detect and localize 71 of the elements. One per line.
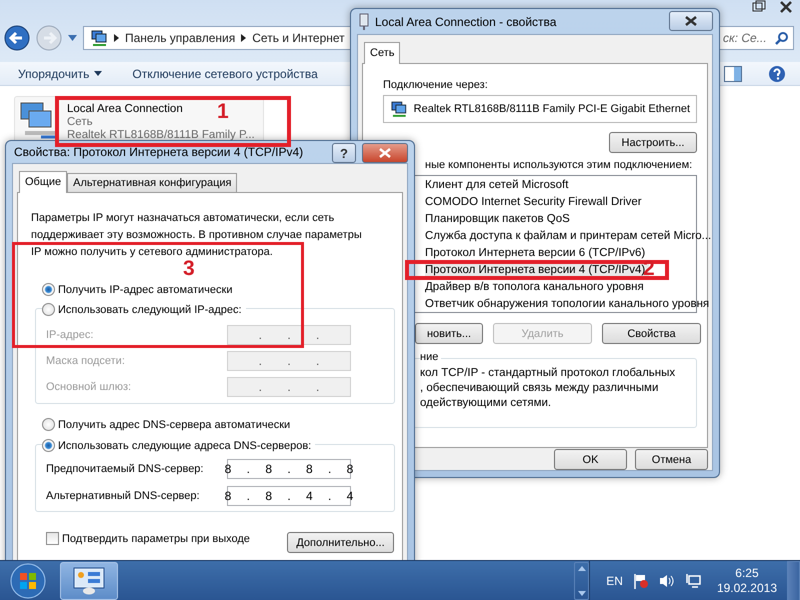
taskbar-app-button[interactable] <box>60 562 118 600</box>
help-button[interactable]: ? <box>332 143 356 163</box>
component-item[interactable]: Планировщик пакетов QoS <box>425 212 574 226</box>
step-number: 3 <box>183 257 195 281</box>
connect-label: Подключение через: <box>383 79 488 91</box>
network-icon <box>90 29 108 47</box>
network-port-icon <box>359 12 369 30</box>
breadcrumb[interactable]: Панель управления <box>125 31 236 45</box>
volume-icon[interactable] <box>658 572 675 588</box>
toolbar-button[interactable]: Упорядочить <box>16 64 104 82</box>
field-label: Основной шлюз: <box>46 381 132 393</box>
preview-pane-icon[interactable] <box>724 66 742 82</box>
components-label: ные компоненты используются этим подключением: <box>425 159 692 171</box>
tray-scroll[interactable] <box>574 562 590 600</box>
toolbar-button[interactable]: Отключение сетевого устройства <box>130 64 320 82</box>
back-icon[interactable] <box>4 25 30 51</box>
dialog-button[interactable]: Отмена <box>635 449 708 470</box>
field-label: IP-адрес: <box>46 329 94 341</box>
component-item[interactable]: COMODO Internet Security Firewall Driver <box>425 195 646 209</box>
connection-adapter: Realtek RTL8168B/8111B Family P... <box>67 129 255 142</box>
tab[interactable]: Альтернативная конфигурация <box>67 173 238 192</box>
field-label: Альтернативный DNS-сервер: <box>46 490 200 502</box>
close-button[interactable] <box>362 143 408 163</box>
connection-name: Local Area Connection <box>67 103 183 116</box>
tab[interactable]: Общие <box>19 171 68 193</box>
field-label: Предпочитаемый DNS-сервер: <box>46 462 204 474</box>
chevron-icon <box>241 34 246 42</box>
step-number: 1 <box>217 100 229 124</box>
caret-icon <box>94 71 102 76</box>
component-item[interactable]: Клиент для сетей Microsoft <box>425 178 572 192</box>
language-indicator[interactable]: EN <box>606 574 623 588</box>
network-icon[interactable] <box>684 572 701 588</box>
clock[interactable]: 6:25 19.02.2013 <box>716 566 777 596</box>
search-icon <box>775 31 789 45</box>
flag-icon[interactable] <box>632 572 649 588</box>
component-item[interactable]: Служба доступа к файлам и принтерам сетей Micro... <box>425 229 716 243</box>
search-field[interactable]: ск: Се... <box>718 26 794 50</box>
description-text: кол TCP/IP - стандартный протокол глобальных <box>419 366 676 381</box>
component-item[interactable]: Ответчик обнаружения топологии канального уровня <box>425 297 714 311</box>
dns-address-field[interactable]: 8 . 8 . 4 . 4 <box>227 486 351 506</box>
advanced-button[interactable]: Дополнительно... <box>287 532 394 553</box>
chevron-icon <box>114 34 119 42</box>
field-label: Маска подсети: <box>46 355 125 367</box>
close-button[interactable] <box>669 11 713 31</box>
radio-option[interactable]: Использовать следующий IP-адрес: <box>42 303 246 316</box>
configure-button[interactable]: Настроить... <box>609 132 697 153</box>
intro-text: Параметры IP могут назначаться автоматически, если сеть поддерживает эту возможность. В противном случае параметры IP можно получить у сетевого администратора. <box>31 211 363 260</box>
help-icon[interactable] <box>768 64 786 82</box>
group-legend: ние <box>420 351 442 363</box>
tab[interactable]: Сеть <box>364 42 400 64</box>
dns-address-field[interactable]: 8 . 8 . 8 . 8 <box>227 458 351 478</box>
component-item[interactable]: Драйвер в/в тополога канального уровня <box>425 280 648 294</box>
down-arrow-icon[interactable] <box>578 590 586 596</box>
action-button[interactable]: Свойства <box>602 323 701 344</box>
window-title: Local Area Connection - свойства <box>375 14 556 28</box>
dialog-button[interactable]: OK <box>554 449 627 470</box>
close-icon <box>685 16 697 26</box>
close-icon <box>379 148 391 158</box>
component-item[interactable]: Протокол Интернета версии 6 (TCP/IPv6) <box>425 246 650 260</box>
action-button[interactable]: новить... <box>415 323 483 344</box>
description-text: , обеспечивающий связь между различными <box>419 381 660 396</box>
control-panel-icon <box>73 566 105 594</box>
radio-option[interactable]: Использовать следующие адреса DNS-серверов: <box>42 439 316 452</box>
up-arrow-icon[interactable] <box>578 566 586 570</box>
network-icon <box>390 100 408 118</box>
description-text: одействующими сетями. <box>419 396 552 411</box>
dialog-title: Свойства: Протокол Интернета версии 4 (TCP/IPv4) <box>14 145 304 159</box>
breadcrumb[interactable]: Сеть и Интернет <box>252 31 345 45</box>
connection-network: Сеть <box>67 116 93 129</box>
dropdown-icon[interactable] <box>68 35 77 41</box>
adapter-name: Realtek RTL8168B/8111B Family PCI-E Gigabit Ethernet <box>414 103 690 115</box>
